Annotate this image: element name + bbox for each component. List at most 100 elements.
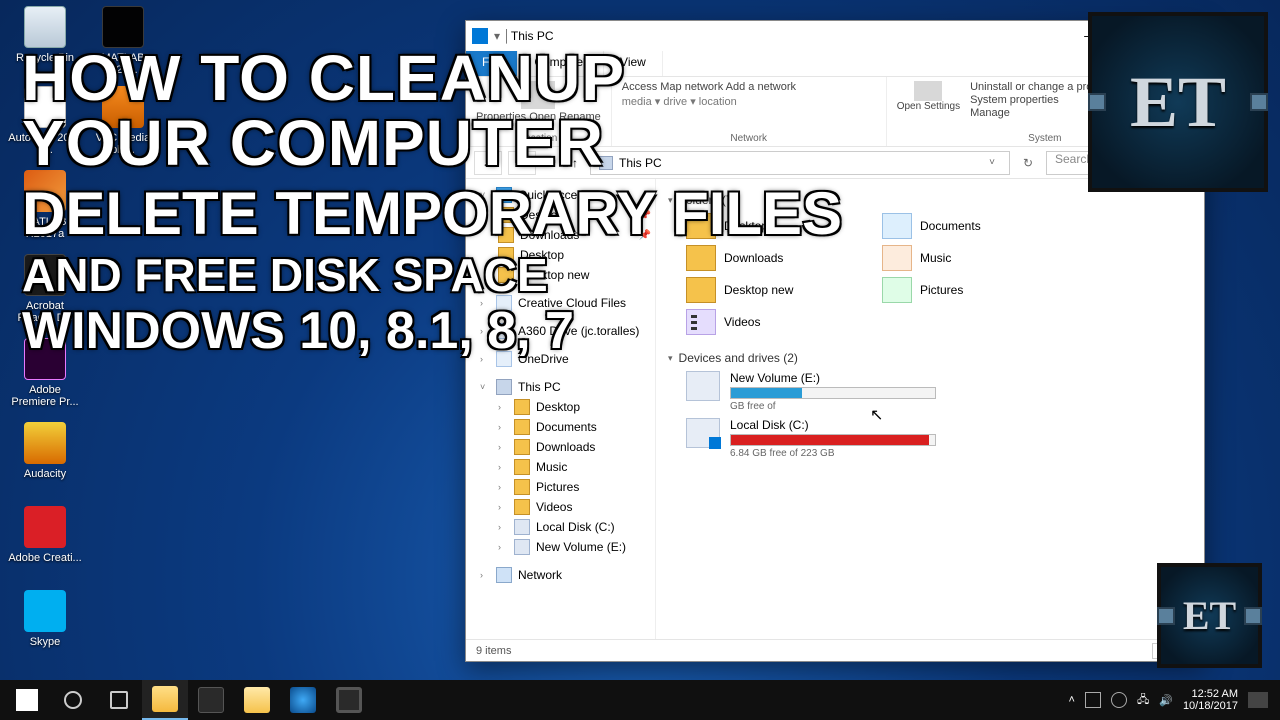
- sidebar-item-sub-drive-e[interactable]: ›New Volume (E:): [470, 537, 655, 557]
- label: Acrobat Reader DC: [8, 300, 82, 324]
- cloud-icon: [496, 295, 512, 311]
- drive-usage-bar: [730, 387, 936, 399]
- task-view-button[interactable]: [96, 680, 142, 720]
- sidebar-item-label: Desktop: [536, 400, 580, 414]
- sidebar-item-label: Downloads: [536, 440, 595, 454]
- properties-button[interactable]: [521, 81, 555, 109]
- folder-videos[interactable]: Videos: [686, 309, 856, 335]
- nav-recent-button[interactable]: ▾: [542, 151, 560, 175]
- sidebar-item-sub-music[interactable]: ›Music: [470, 457, 655, 477]
- desktop-icon-premiere[interactable]: Adobe Premiere Pr...: [8, 338, 82, 408]
- label: Videos: [724, 315, 760, 329]
- sidebar-item-quick-access[interactable]: ˅Quick access: [470, 185, 655, 205]
- desktop-icon-vlc[interactable]: VLC media pla...: [86, 86, 160, 156]
- folder-icon: [498, 227, 514, 243]
- taskbar-store[interactable]: [188, 680, 234, 720]
- desktop-icon-creative-cloud[interactable]: Adobe Creati...: [8, 506, 82, 564]
- desktop-icon-matlab-b[interactable]: MATLAB R20...: [86, 6, 160, 76]
- et-text: ET: [1183, 592, 1236, 639]
- taskbar-clock[interactable]: 12:52 AM 10/18/2017: [1183, 688, 1238, 712]
- sidebar-item-label: This PC: [518, 380, 561, 394]
- drive-icon: [686, 418, 720, 448]
- drive-c[interactable]: Local Disk (C:) 6.84 GB free of 223 GB: [686, 418, 936, 459]
- et-badge-small: ET: [1157, 563, 1262, 668]
- sidebar-item-sub-pictures[interactable]: ›Pictures: [470, 477, 655, 497]
- matlab-icon: [24, 170, 66, 212]
- folder-desktop[interactable]: Desktop: [686, 213, 856, 239]
- label: Documents: [920, 219, 981, 233]
- taskbar-file-explorer[interactable]: [142, 680, 188, 720]
- address-dropdown-icon[interactable]: ˅: [983, 157, 1001, 168]
- sidebar-item-sub-documents[interactable]: ›Documents: [470, 417, 655, 437]
- volume-icon[interactable]: 🔊: [1159, 694, 1173, 707]
- section-devices[interactable]: Devices and drives (2): [668, 345, 1192, 367]
- desktop-icon-recycle-bin[interactable]: Recycle Bin: [8, 6, 82, 64]
- obs-icon: [336, 687, 362, 713]
- nav-back-button[interactable]: ←: [474, 151, 502, 175]
- sidebar-item-creative-cloud[interactable]: ›Creative Cloud Files: [470, 293, 655, 313]
- autocad-icon: [24, 86, 66, 128]
- sidebar-item-sub-drive-c[interactable]: ›Local Disk (C:): [470, 517, 655, 537]
- label: MATLAB R2017a: [8, 216, 82, 240]
- folder-icon: [244, 687, 270, 713]
- drive-e[interactable]: New Volume (E:) GB free of: [686, 371, 936, 412]
- downloads-icon: [686, 245, 716, 271]
- drive-icon: [514, 519, 530, 535]
- refresh-button[interactable]: ↻: [1016, 156, 1040, 170]
- sidebar-item-sub-videos[interactable]: ›Videos: [470, 497, 655, 517]
- desktop-icon-matlab-a[interactable]: MATLAB R2017a: [8, 170, 82, 240]
- clock-date: 10/18/2017: [1183, 700, 1238, 712]
- folder-music[interactable]: Music: [882, 245, 1052, 271]
- folder-downloads[interactable]: Downloads: [686, 245, 856, 271]
- folder-icon: [498, 267, 514, 283]
- taskbar-obs[interactable]: [326, 680, 372, 720]
- sidebar-item-sub-downloads[interactable]: ›Downloads: [470, 437, 655, 457]
- nav-forward-button[interactable]: →: [508, 151, 536, 175]
- sidebar-item-desktop2[interactable]: Desktop: [470, 245, 655, 265]
- tray-icon[interactable]: [1111, 692, 1127, 708]
- tray-icon[interactable]: [1085, 692, 1101, 708]
- sidebar-item-thispc[interactable]: ˅This PC: [470, 377, 655, 397]
- taskbar-edge[interactable]: [280, 680, 326, 720]
- address-bar[interactable]: This PC ˅: [590, 151, 1010, 175]
- star-icon: [496, 187, 512, 203]
- tray-chevron-icon[interactable]: ˄: [1069, 694, 1075, 706]
- sidebar-item-desktop-new[interactable]: Desktop new: [470, 265, 655, 285]
- sidebar-item-label: Pictures: [536, 480, 579, 494]
- sidebar-item-network[interactable]: ›Network: [470, 565, 655, 585]
- taskbar-search-button[interactable]: [50, 680, 96, 720]
- label: Pictures: [920, 283, 963, 297]
- ribbon-labels: Properties Open Rename: [476, 111, 601, 123]
- network-icon[interactable]: 🖧: [1137, 691, 1149, 710]
- tab-view[interactable]: View: [604, 51, 663, 76]
- ribbon-caption: Location: [476, 133, 601, 144]
- nav-up-button[interactable]: ↑: [566, 151, 584, 175]
- desktop-icon-autocad[interactable]: AutoCAD 2017 - ...: [8, 86, 82, 156]
- tab-file[interactable]: File: [466, 51, 518, 76]
- action-center-icon[interactable]: [1248, 692, 1268, 708]
- desktop-icon-audacity[interactable]: Audacity: [8, 422, 82, 480]
- sidebar-item-a360[interactable]: ›A360 Drive (jc.toralles): [470, 321, 655, 341]
- content-pane: Folders (7) Desktop Documents Downloads …: [656, 179, 1204, 639]
- sidebar-item-label: Documents: [536, 420, 597, 434]
- edge-icon: [290, 687, 316, 713]
- sidebar-item-desktop[interactable]: Desktop📌: [470, 205, 655, 225]
- folder-icon: [686, 213, 716, 239]
- ribbon-group-network: Access Map network Add a network media ▾…: [612, 77, 887, 146]
- open-settings-button[interactable]: [914, 81, 942, 101]
- desktop-icon-acrobat[interactable]: Acrobat Reader DC: [8, 254, 82, 324]
- taskbar-folder[interactable]: [234, 680, 280, 720]
- folder-documents[interactable]: Documents: [882, 213, 1052, 239]
- desktop-icon-skype[interactable]: Skype: [8, 590, 82, 648]
- sidebar-item-downloads[interactable]: Downloads📌: [470, 225, 655, 245]
- start-button[interactable]: [4, 680, 50, 720]
- pin-icon: 📌: [639, 230, 651, 241]
- tab-computer[interactable]: Computer: [518, 51, 604, 76]
- folder-desktop-new[interactable]: Desktop new: [686, 277, 856, 303]
- acrobat-icon: [24, 254, 66, 296]
- sidebar-item-onedrive[interactable]: ›OneDrive: [470, 349, 655, 369]
- status-text: 9 items: [476, 645, 511, 657]
- sidebar-item-sub-desktop[interactable]: ›Desktop: [470, 397, 655, 417]
- label: VLC media pla...: [86, 132, 160, 156]
- folder-pictures[interactable]: Pictures: [882, 277, 1052, 303]
